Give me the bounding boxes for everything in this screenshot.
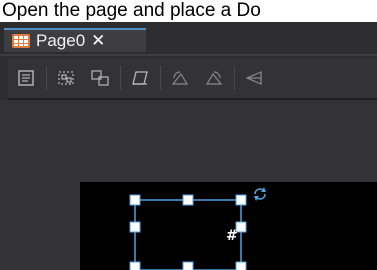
resize-handle[interactable]: [235, 261, 247, 270]
group-button[interactable]: [54, 66, 78, 90]
flip-button[interactable]: [242, 66, 266, 90]
tab-strip: Page0 ✕: [0, 22, 377, 56]
skew-button[interactable]: [128, 66, 152, 90]
ungroup-icon: [91, 70, 109, 86]
resize-handle[interactable]: [182, 261, 194, 270]
resize-handle[interactable]: [129, 221, 141, 233]
skew-icon: [132, 71, 148, 85]
toolbar-separator: [46, 66, 47, 90]
ungroup-button[interactable]: [88, 66, 112, 90]
group-icon: [58, 71, 74, 85]
instruction-text: Open the page and place a Do: [0, 0, 377, 24]
toolbar-separator: [160, 66, 161, 90]
resize-handle[interactable]: [235, 194, 247, 206]
workspace: #: [0, 100, 377, 270]
flip-icon: [245, 71, 262, 85]
rotate-left-button[interactable]: [168, 66, 192, 90]
page-canvas[interactable]: #: [80, 182, 377, 270]
selection-frame: [129, 194, 247, 270]
shape-text: #: [226, 228, 238, 244]
resize-handle[interactable]: [129, 194, 141, 206]
resize-handle[interactable]: [182, 194, 194, 206]
page-properties-icon: [18, 70, 34, 86]
editor-window: Page0 ✕ #: [0, 22, 377, 270]
tab-label: Page0: [36, 31, 86, 50]
resize-handle[interactable]: [129, 261, 141, 270]
toolbar-separator: [234, 66, 235, 90]
toolbar: [8, 58, 377, 100]
rotate-left-icon: [171, 71, 189, 85]
toolbar-separator: [120, 66, 121, 90]
page-grid-icon: [12, 34, 30, 48]
tab-page0[interactable]: Page0 ✕: [4, 28, 146, 52]
rotate-handle-icon[interactable]: [252, 186, 268, 202]
page-properties-button[interactable]: [14, 66, 38, 90]
close-icon[interactable]: ✕: [91, 31, 105, 51]
rotate-right-icon: [205, 71, 223, 85]
rotate-right-button[interactable]: [202, 66, 226, 90]
